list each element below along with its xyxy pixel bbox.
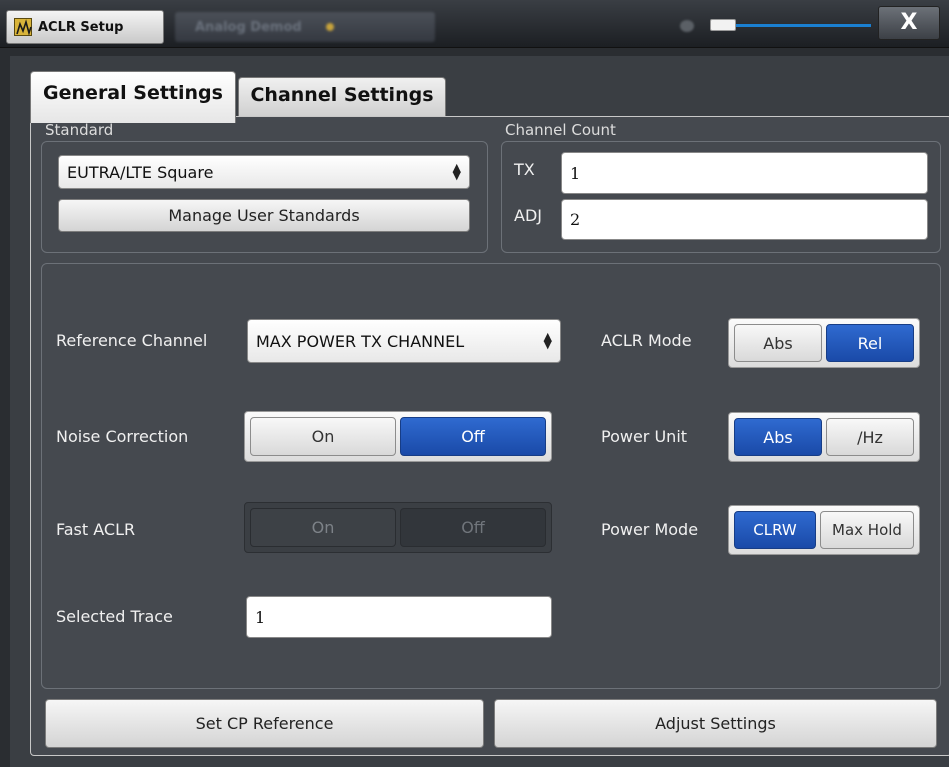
slider-track[interactable] — [736, 24, 871, 27]
noise-correction-off-button[interactable]: Off — [400, 417, 546, 456]
channel-count-group: TX 1 ADJ 2 — [501, 141, 941, 253]
power-unit-per-hz-button[interactable]: /Hz — [826, 418, 914, 456]
status-dot-icon — [325, 23, 334, 31]
aclr-mode-toggle: Abs Rel — [728, 318, 920, 368]
noise-correction-label: Noise Correction — [56, 427, 189, 446]
tab-channel-settings[interactable]: Channel Settings — [238, 77, 446, 117]
fast-aclr-label: Fast ACLR — [56, 520, 136, 539]
title-bar: ACLR Setup Analog Demod X — [0, 0, 949, 48]
reference-channel-select[interactable]: MAX POWER TX CHANNEL ▲ ▼ — [247, 319, 561, 363]
set-cp-reference-button[interactable]: Set CP Reference — [45, 699, 484, 748]
aclr-mode-label: ACLR Mode — [601, 331, 692, 350]
power-mode-clrw-button[interactable]: CLRW — [734, 511, 816, 549]
slider-indicator-icon — [680, 20, 694, 32]
power-mode-label: Power Mode — [601, 520, 699, 539]
tx-count-field[interactable]: 1 — [561, 152, 928, 194]
power-unit-abs-button[interactable]: Abs — [734, 418, 822, 456]
select-updown-icon: ▲ ▼ — [452, 161, 461, 182]
aclr-mode-rel-button[interactable]: Rel — [826, 324, 914, 362]
aclr-mode-abs-button[interactable]: Abs — [734, 324, 822, 362]
close-button[interactable]: X — [878, 6, 940, 40]
fast-aclr-toggle: On Off — [244, 502, 552, 553]
power-unit-toggle: Abs /Hz — [728, 412, 920, 462]
aclr-setup-dialog: General Settings Channel Settings Standa… — [10, 56, 949, 767]
reference-channel-value: MAX POWER TX CHANNEL — [256, 331, 465, 351]
fast-aclr-off-button: Off — [400, 508, 546, 547]
select-updown-icon: ▲ ▼ — [543, 330, 552, 351]
adj-label: ADJ — [514, 206, 542, 225]
power-mode-max-hold-button[interactable]: Max Hold — [820, 511, 914, 549]
standard-selected-value: EUTRA/LTE Square — [67, 162, 214, 182]
power-mode-toggle: CLRW Max Hold — [728, 505, 920, 555]
noise-correction-on-button[interactable]: On — [250, 417, 396, 456]
adj-count-field[interactable]: 2 — [561, 199, 928, 240]
manage-user-standards-button[interactable]: Manage User Standards — [58, 199, 470, 232]
measurement-settings-group: Reference Channel MAX POWER TX CHANNEL ▲… — [41, 263, 941, 689]
aclr-app-icon — [14, 18, 32, 36]
power-unit-label: Power Unit — [601, 427, 688, 446]
fast-aclr-on-button: On — [250, 508, 396, 547]
slider-handle[interactable] — [710, 19, 736, 31]
selected-trace-label: Selected Trace — [56, 607, 173, 626]
window-tab-analog-demod[interactable]: Analog Demod — [175, 12, 435, 42]
adjust-settings-button[interactable]: Adjust Settings — [494, 699, 937, 748]
standard-select[interactable]: EUTRA/LTE Square ▲ ▼ — [58, 155, 470, 189]
channel-count-group-label: Channel Count — [505, 121, 616, 139]
general-settings-panel: Standard EUTRA/LTE Square ▲ ▼ Manage User… — [30, 116, 949, 756]
background-tab-label: Analog Demod — [195, 19, 302, 35]
window-tab-aclr-setup[interactable]: ACLR Setup — [6, 10, 164, 44]
tab-general-settings[interactable]: General Settings — [30, 71, 236, 123]
noise-correction-toggle: On Off — [244, 411, 552, 462]
tx-label: TX — [514, 160, 535, 179]
transparency-slider[interactable] — [680, 18, 880, 34]
standard-group-label: Standard — [45, 121, 114, 139]
standard-group: EUTRA/LTE Square ▲ ▼ Manage User Standard… — [41, 141, 488, 253]
selected-trace-field[interactable]: 1 — [246, 596, 552, 638]
reference-channel-label: Reference Channel — [56, 331, 208, 350]
window-title: ACLR Setup — [38, 19, 124, 35]
